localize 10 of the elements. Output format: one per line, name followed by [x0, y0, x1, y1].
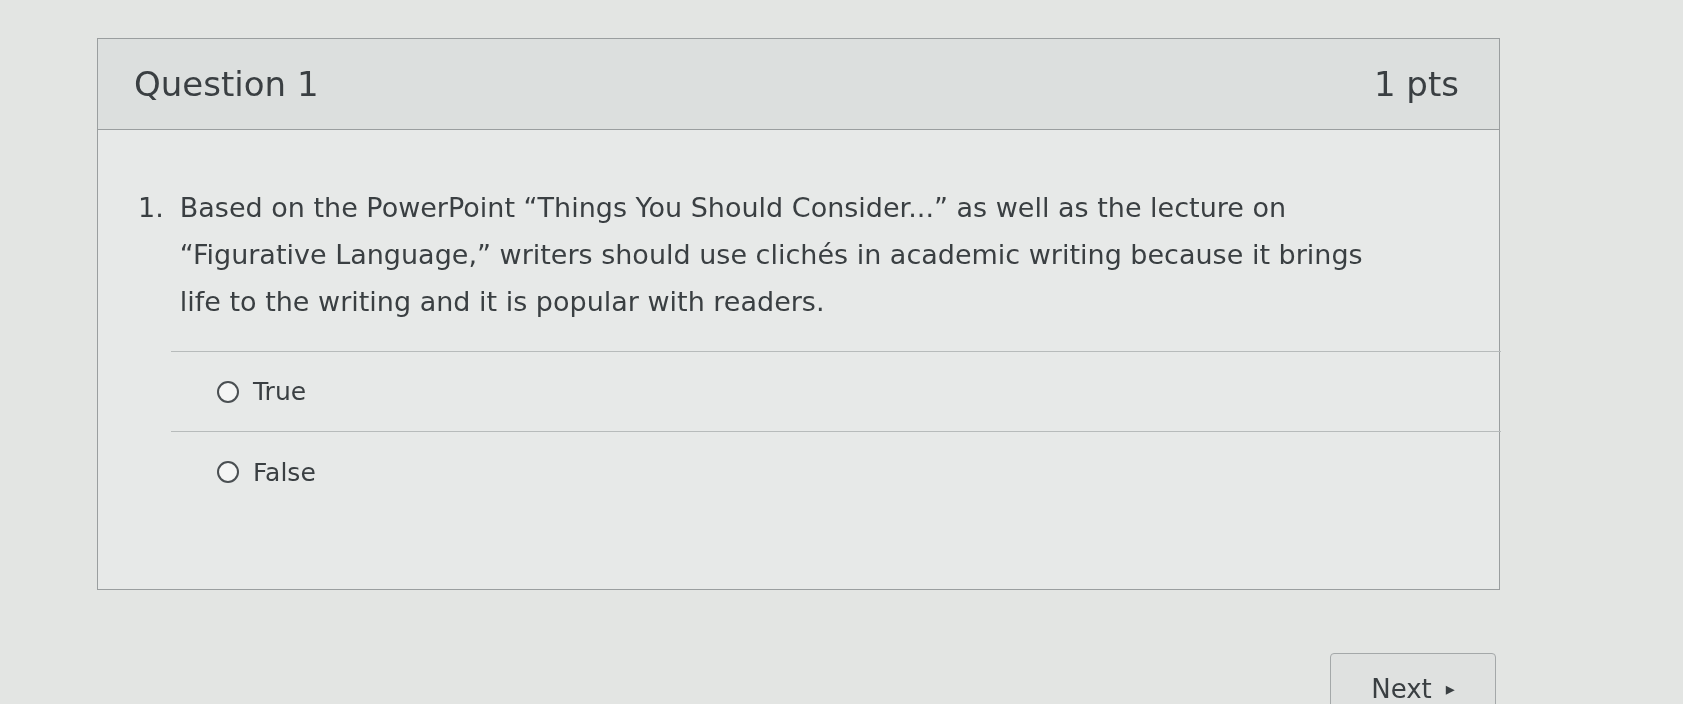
- question-text: Based on the PowerPoint “Things You Should Consider...” as well as the lecture on “Figurative Language,” writers should use clichés in academic writing because it brings life to the writing and it is popular with readers.: [179, 191, 1364, 319]
- question-points: 1 pts: [1373, 64, 1459, 104]
- question-title: Question 1: [134, 64, 319, 104]
- answer-label[interactable]: False: [253, 457, 316, 487]
- list-number: 1.: [138, 191, 164, 225]
- next-button[interactable]: Next ▸: [1330, 653, 1496, 704]
- radio-button[interactable]: [217, 461, 239, 483]
- radio-button[interactable]: [217, 380, 239, 403]
- caret-icon: ▸: [1445, 674, 1455, 699]
- answer-label[interactable]: True: [253, 377, 307, 406]
